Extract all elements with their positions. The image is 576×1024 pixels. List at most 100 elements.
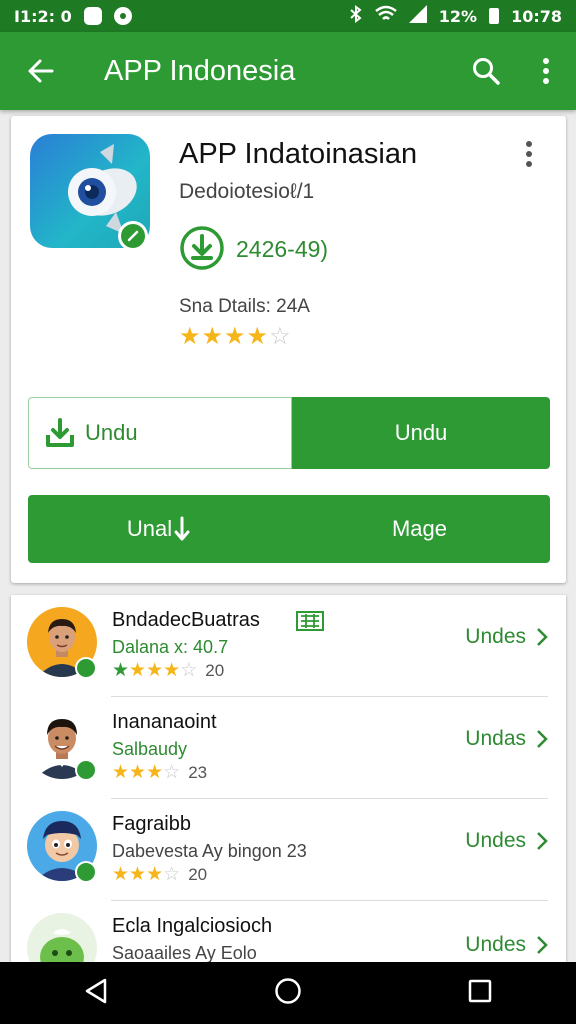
list-item-name: BndadecBuatras bbox=[112, 609, 260, 631]
list-item-name: Fagraibb bbox=[112, 813, 191, 835]
star-icon: ★ bbox=[201, 323, 225, 350]
app-developer[interactable]: Dedoiotesioℓ/1 bbox=[179, 180, 314, 204]
list-item[interactable]: BndadecBuatras Dalana x: 40.7 ★ ★ ★ ★ ☆ … bbox=[11, 595, 566, 697]
manage-half[interactable]: Mage bbox=[289, 516, 550, 542]
star-icon: ★ bbox=[112, 864, 130, 885]
chevron-right-icon bbox=[537, 628, 548, 646]
star-icon: ★ bbox=[163, 660, 181, 681]
card-overflow-button[interactable] bbox=[524, 140, 534, 173]
size-details: Sna Dtails: 24A bbox=[179, 296, 310, 317]
action-label: Undas bbox=[465, 727, 526, 750]
verified-badge-icon bbox=[75, 861, 97, 883]
star-icon: ★ bbox=[112, 762, 130, 783]
chevron-right-icon bbox=[537, 936, 548, 954]
list-item-action[interactable]: Undas bbox=[465, 727, 548, 751]
search-button[interactable] bbox=[456, 56, 516, 86]
star-icon: ★ bbox=[129, 762, 147, 783]
nav-recents-button[interactable] bbox=[467, 978, 493, 1009]
list-item-subtitle: Dalana x: 40.7 bbox=[112, 637, 229, 657]
triangle-back-icon bbox=[85, 978, 106, 1003]
status-left-text: I1:2: 0 bbox=[14, 6, 72, 26]
square-recents-icon bbox=[469, 979, 492, 1002]
manage-label: Mage bbox=[391, 516, 448, 541]
verified-badge-icon bbox=[118, 221, 148, 251]
list-item[interactable]: Inananaoint Salbaudy ★ ★ ★ ☆ 23 Undas bbox=[11, 697, 566, 799]
star-empty-icon: ☆ bbox=[269, 323, 292, 350]
nav-home-button[interactable] bbox=[274, 977, 302, 1010]
list-item-subtitle: Saoaailes Ay Eolo bbox=[112, 943, 257, 963]
bluetooth-icon bbox=[349, 4, 363, 28]
nav-back-button[interactable] bbox=[83, 977, 109, 1010]
system-nav-bar bbox=[0, 962, 576, 1024]
star-icon: ★ bbox=[129, 660, 147, 681]
install-label: Unal bbox=[126, 516, 173, 541]
rating-count: 20 bbox=[205, 660, 225, 680]
flag-badge-icon bbox=[296, 611, 324, 631]
status-bar: I1:2: 0 12% 10:78 bbox=[0, 0, 576, 32]
star-empty-icon: ☆ bbox=[163, 762, 181, 783]
battery-icon bbox=[489, 8, 500, 24]
arrow-down-icon bbox=[174, 516, 190, 541]
list-item-action[interactable]: Undes bbox=[465, 933, 548, 957]
signal-icon bbox=[408, 4, 427, 28]
disc-icon bbox=[113, 7, 132, 25]
download-count: 2426-49) bbox=[236, 236, 329, 262]
star-empty-icon: ☆ bbox=[163, 864, 181, 885]
back-button[interactable] bbox=[0, 56, 80, 86]
star-icon: ★ bbox=[112, 660, 130, 681]
related-apps-list: BndadecBuatras Dalana x: 40.7 ★ ★ ★ ★ ☆ … bbox=[11, 595, 566, 965]
app-bar: APP Indonesia bbox=[0, 32, 576, 110]
install-half[interactable]: Unal bbox=[28, 516, 289, 542]
star-icon: ★ bbox=[224, 323, 247, 350]
action-label: Undes bbox=[465, 829, 526, 852]
star-icon: ★ bbox=[129, 864, 147, 885]
download-outline-button[interactable]: Undu bbox=[28, 397, 292, 469]
bag-icon bbox=[83, 7, 102, 25]
verified-badge-icon bbox=[75, 759, 97, 781]
search-icon bbox=[473, 58, 500, 85]
list-item-subtitle: Dabevesta Ay bingon 23 bbox=[112, 841, 307, 861]
chevron-right-icon bbox=[537, 832, 548, 850]
avatar bbox=[27, 913, 97, 965]
list-item-action[interactable]: Undes bbox=[465, 829, 548, 853]
star-icon: ★ bbox=[146, 864, 164, 885]
verified-badge-icon bbox=[75, 657, 97, 679]
list-item-name: Ecla Ingalciosioch bbox=[112, 915, 273, 937]
battery-percent: 12% bbox=[438, 6, 478, 26]
star-empty-icon: ☆ bbox=[180, 660, 198, 681]
list-item-rating: ★ ★ ★ ★ ☆ 20 bbox=[112, 659, 224, 682]
list-item-action[interactable]: Undes bbox=[465, 625, 548, 649]
list-item[interactable]: Fagraibb Dabevesta Ay bingon 23 ★ ★ ★ ☆ … bbox=[11, 799, 566, 901]
app-detail-card: APP Indatoinasian Dedoiotesioℓ/1 2426-49… bbox=[11, 116, 566, 583]
list-item[interactable]: Ecla Ingalciosioch Saoaailes Ay Eolo Und… bbox=[11, 901, 566, 965]
circle-home-icon bbox=[275, 977, 301, 1004]
overflow-menu-button[interactable] bbox=[516, 57, 576, 85]
download-icon bbox=[46, 418, 74, 447]
action-label: Undes bbox=[465, 625, 526, 648]
more-vert-icon bbox=[526, 141, 532, 167]
list-item-rating: ★ ★ ★ ☆ 20 bbox=[112, 863, 207, 886]
arrow-back-icon bbox=[28, 59, 54, 83]
star-icon: ★ bbox=[246, 323, 270, 350]
list-item-name: Inananaoint bbox=[112, 711, 217, 733]
download-primary-label: Undu bbox=[394, 420, 448, 445]
list-item-subtitle: Salbaudy bbox=[112, 739, 188, 759]
chevron-right-icon bbox=[537, 730, 548, 748]
download-count-icon bbox=[179, 225, 225, 271]
rating-count: 23 bbox=[188, 762, 208, 782]
install-manage-button[interactable]: Unal Mage bbox=[28, 495, 550, 563]
action-label: Undes bbox=[465, 933, 526, 956]
clock: 10:78 bbox=[511, 6, 562, 26]
download-primary-button[interactable]: Undu bbox=[292, 397, 550, 469]
more-vert-icon bbox=[543, 58, 549, 84]
list-item-rating: ★ ★ ★ ☆ 23 bbox=[112, 761, 207, 784]
star-icon: ★ bbox=[146, 660, 164, 681]
page-title: APP Indonesia bbox=[104, 54, 296, 87]
download-outline-label: Undu bbox=[85, 420, 138, 445]
wifi-icon bbox=[374, 5, 397, 28]
rating-stars: ★ ★ ★ ★ ☆ bbox=[179, 322, 292, 351]
star-icon: ★ bbox=[146, 762, 164, 783]
rating-count: 20 bbox=[188, 864, 208, 884]
app-title: APP Indatoinasian bbox=[179, 138, 418, 170]
star-icon: ★ bbox=[179, 323, 202, 350]
